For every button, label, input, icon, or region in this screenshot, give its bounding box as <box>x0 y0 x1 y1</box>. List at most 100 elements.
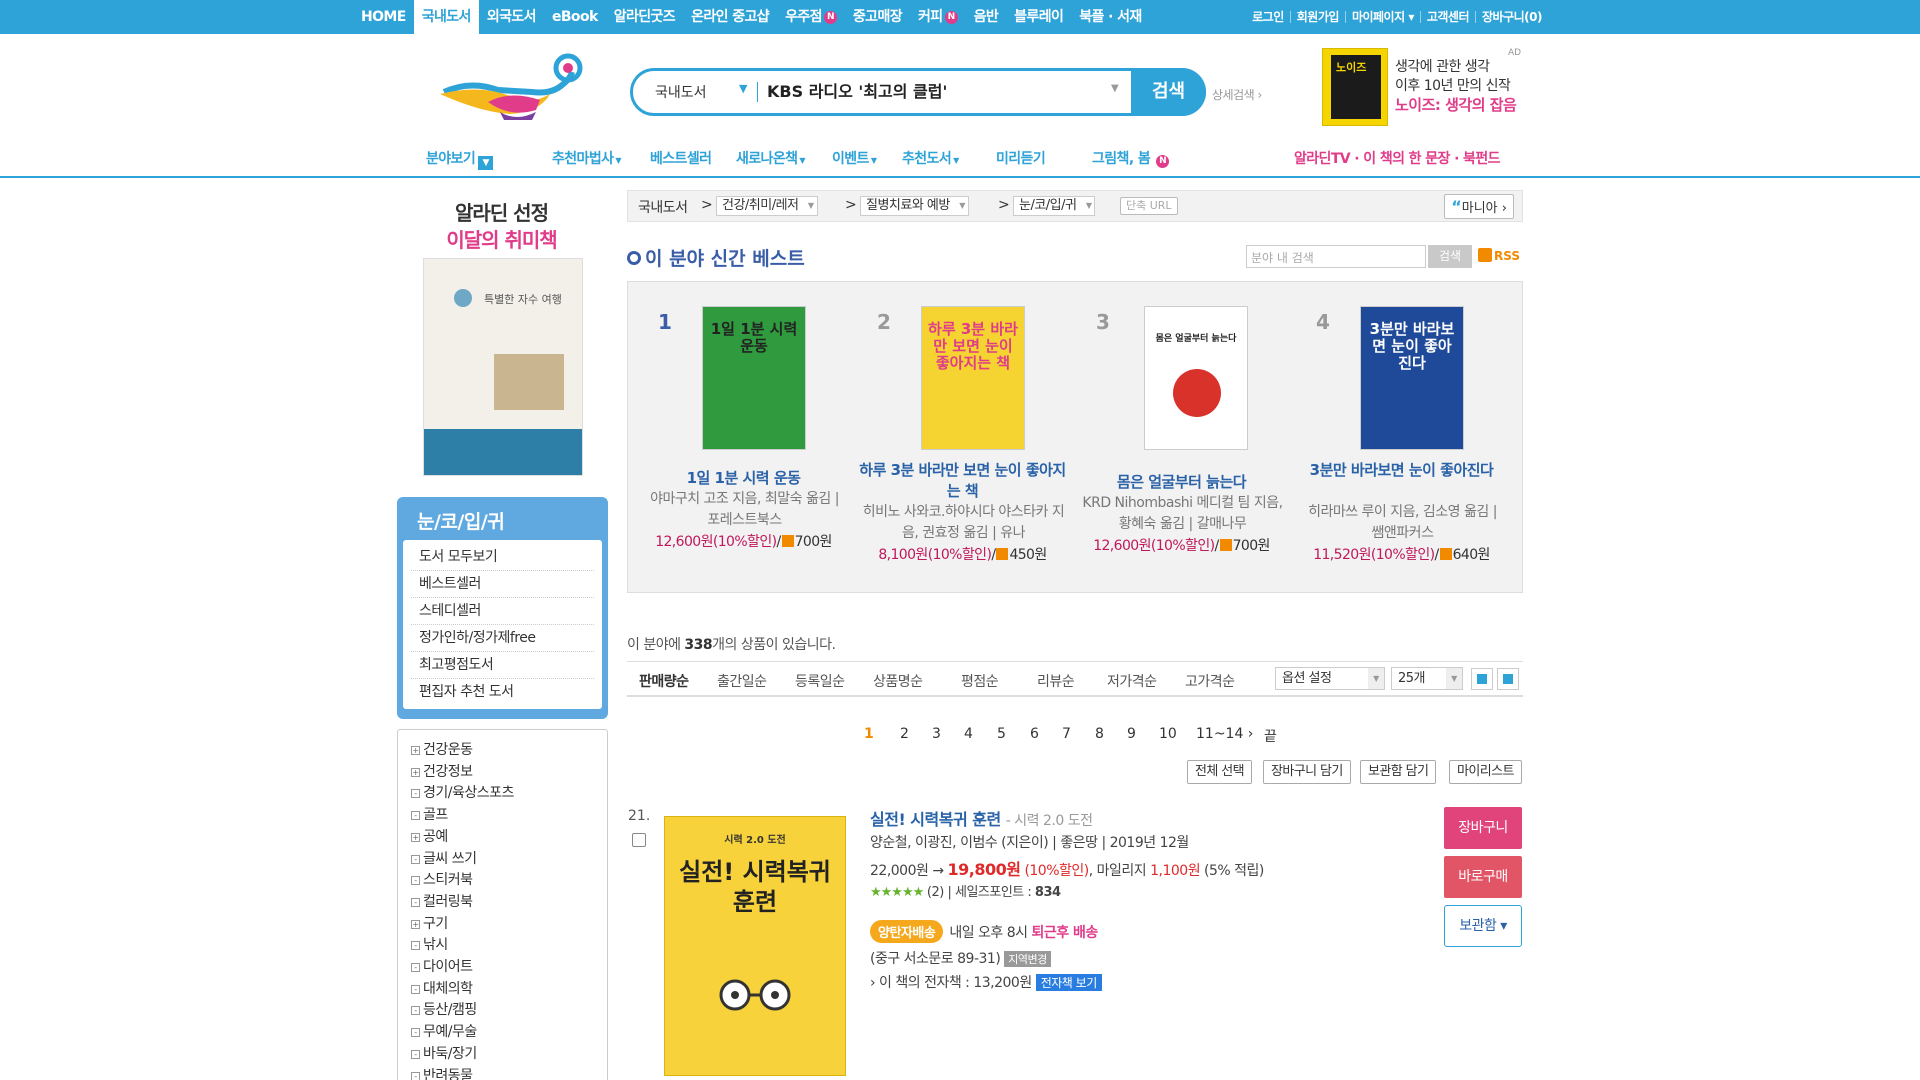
list-view-icon[interactable] <box>1471 668 1493 690</box>
field-search-input[interactable]: 분야 내 검색 <box>1246 245 1426 268</box>
view-ebook-button[interactable]: 전자책 보기 <box>1035 974 1102 991</box>
page-link[interactable]: 4 <box>964 726 973 742</box>
grid-view-icon[interactable] <box>1497 668 1519 690</box>
page-link[interactable]: 2 <box>900 726 909 742</box>
sort-option[interactable]: 판매량순 <box>639 671 689 691</box>
product-title[interactable]: 실전! 시력복귀 훈련 - 시력 2.0 도전 <box>870 806 1093 830</box>
search-category-select[interactable]: 국내도서 <box>655 82 707 102</box>
rss-link[interactable]: RSS <box>1478 248 1520 263</box>
subnav-item-picture-books[interactable]: 그림책, 봄 N <box>1092 148 1170 168</box>
product-checkbox[interactable] <box>632 833 646 847</box>
top-menu-item[interactable]: 중고매장 <box>845 0 910 34</box>
top-menu-item[interactable]: 우주점 N <box>777 0 845 34</box>
expand-icon[interactable]: + <box>411 746 420 755</box>
subnav-item-events[interactable]: 이벤트 ▼ <box>832 148 877 168</box>
subnav-item-bestseller[interactable]: 베스트셀러 <box>650 148 712 168</box>
top-menu-item[interactable]: 온라인 중고샵 <box>683 0 777 34</box>
ad-book-cover[interactable]: 노이즈 <box>1322 48 1388 126</box>
page-link[interactable]: 끝 <box>1264 726 1277 746</box>
subcategory-item[interactable]: + 구기 <box>411 914 607 936</box>
breadcrumb-select-level1[interactable]: 건강/취미/레저 ▼ <box>716 196 818 216</box>
mania-button[interactable]: “마니아 › <box>1444 194 1514 219</box>
subcategory-item[interactable]: - 골프 <box>411 805 607 827</box>
sort-option[interactable]: 고가격순 <box>1185 671 1235 691</box>
page-link[interactable]: 6 <box>1030 726 1039 742</box>
top-menu-item[interactable]: 북플 · 서재 <box>1071 0 1149 34</box>
search-input[interactable] <box>767 80 1097 99</box>
promo-book-cover[interactable]: 특별한 자수 여행 <box>423 258 583 476</box>
subcategory-item[interactable]: + 공예 <box>411 827 607 849</box>
ad-banner-text[interactable]: 생각에 관한 생각 이후 10년 만의 신작 노이즈: 생각의 잡음 <box>1395 58 1517 115</box>
product-cover[interactable]: 시력 2.0 도전 실전! 시력복귀 훈련 <box>664 816 846 1076</box>
autocomplete-toggle-icon[interactable]: ▼ <box>1111 83 1119 94</box>
category-menu-item[interactable]: 정가인하/정가제free <box>411 625 594 652</box>
collapse-icon[interactable]: - <box>411 876 420 886</box>
sort-option[interactable]: 리뷰순 <box>1037 671 1075 691</box>
carpet-delivery-badge[interactable]: 양탄자배송 <box>870 920 944 943</box>
subcategory-item[interactable]: - 글씨 쓰기 <box>411 849 607 871</box>
subcategory-item[interactable]: - 스티커북 <box>411 870 607 892</box>
breadcrumb-root[interactable]: 국내도서 <box>638 197 688 217</box>
collapse-icon[interactable]: - <box>411 897 420 907</box>
top-menu-item[interactable]: HOME <box>353 0 414 34</box>
collapse-icon[interactable]: - <box>411 1049 420 1059</box>
breadcrumb-select-level3[interactable]: 눈/코/입/귀 ▼ <box>1013 196 1096 216</box>
book-title-link[interactable]: 몸은 얼굴부터 늙는다 <box>1072 472 1291 493</box>
collapse-icon[interactable]: - <box>411 1071 420 1080</box>
page-link[interactable]: 10 <box>1159 726 1177 742</box>
book-cover[interactable]: 몸은 얼굴부터 늙는다 <box>1144 306 1248 450</box>
list-action-button[interactable]: 장바구니 담기 <box>1263 760 1351 784</box>
top-menu-item[interactable]: eBook <box>544 0 606 34</box>
sort-option[interactable]: 출간일순 <box>717 671 767 691</box>
top-menu-item[interactable]: 커피 N <box>910 0 966 34</box>
top-menu-item[interactable]: 블루레이 <box>1006 0 1071 34</box>
aladin-lamp-logo[interactable] <box>440 50 588 122</box>
subcategory-item[interactable]: - 무예/무술 <box>411 1022 607 1044</box>
collapse-icon[interactable]: - <box>411 1028 420 1038</box>
subnav-item-recommend-wizard[interactable]: 추천마법사 ▼ <box>552 148 622 168</box>
list-action-button[interactable]: 전체 선택 <box>1187 760 1252 784</box>
sort-option[interactable]: 저가격순 <box>1107 671 1157 691</box>
subcategory-item[interactable]: + 건강운동 <box>411 740 607 762</box>
page-link[interactable]: 7 <box>1062 726 1071 742</box>
subcategory-item[interactable]: - 컬러링북 <box>411 892 607 914</box>
collapse-icon[interactable]: - <box>411 789 420 799</box>
change-region-button[interactable]: 지역변경 <box>1004 951 1051 967</box>
sort-option[interactable]: 상품명순 <box>873 671 923 691</box>
subcategory-item[interactable]: - 낚시 <box>411 935 607 957</box>
field-search-button[interactable]: 검색 <box>1428 245 1472 268</box>
user-menu-item[interactable]: 로그인 <box>1246 11 1290 23</box>
search-button[interactable]: 검색 <box>1131 68 1206 116</box>
page-link[interactable]: 11~14 › <box>1196 726 1253 742</box>
collapse-icon[interactable]: - <box>411 941 420 951</box>
add-to-wishlist-button[interactable]: 보관함 ▾ <box>1444 905 1522 947</box>
short-url-button[interactable]: 단축 URL <box>1120 197 1178 215</box>
page-link[interactable]: 9 <box>1127 726 1136 742</box>
collapse-icon[interactable]: - <box>411 984 420 994</box>
sort-option[interactable]: 등록일순 <box>795 671 845 691</box>
user-menu-item[interactable]: 마이페이지 ▾ <box>1344 11 1420 23</box>
page-link[interactable]: 5 <box>997 726 1006 742</box>
aladin-tv-links[interactable]: 알라딘TV · 이 책의 한 문장 · 북펀드 <box>1294 148 1501 168</box>
subcategory-item[interactable]: - 등산/캠핑 <box>411 1000 607 1022</box>
collapse-icon[interactable]: - <box>411 854 420 864</box>
subnav-item-new-books[interactable]: 새로나온책 ▼ <box>736 148 806 168</box>
advanced-search-link[interactable]: 상세검색 › <box>1212 86 1262 103</box>
user-menu-item[interactable]: 회원가입 <box>1289 11 1345 23</box>
sort-option[interactable]: 평점순 <box>961 671 999 691</box>
page-link[interactable]: 1 <box>864 726 874 742</box>
option-select[interactable]: 옵션 설정 ▼ <box>1275 667 1385 690</box>
subcategory-item[interactable]: - 다이어트 <box>411 957 607 979</box>
list-action-button[interactable]: 마이리스트 <box>1449 760 1522 784</box>
browse-categories-button[interactable]: 분야보기 ▼ <box>426 148 494 170</box>
expand-icon[interactable]: + <box>411 919 420 929</box>
collapse-icon[interactable]: - <box>411 963 420 973</box>
subcategory-item[interactable]: - 반려동물 <box>411 1066 607 1080</box>
category-menu-item[interactable]: 베스트셀러 <box>411 571 594 598</box>
subcategory-item[interactable]: - 대체의학 <box>411 979 607 1001</box>
collapse-icon[interactable]: - <box>411 1006 420 1016</box>
subnav-item-recommended-books[interactable]: 추천도서 ▼ <box>902 148 959 168</box>
book-title-link[interactable]: 1일 1분 시력 운동 <box>634 468 853 489</box>
subcategory-item[interactable]: + 건강정보 <box>411 762 607 784</box>
book-cover[interactable]: 3분만 바라보면 눈이 좋아진다 <box>1360 306 1464 450</box>
